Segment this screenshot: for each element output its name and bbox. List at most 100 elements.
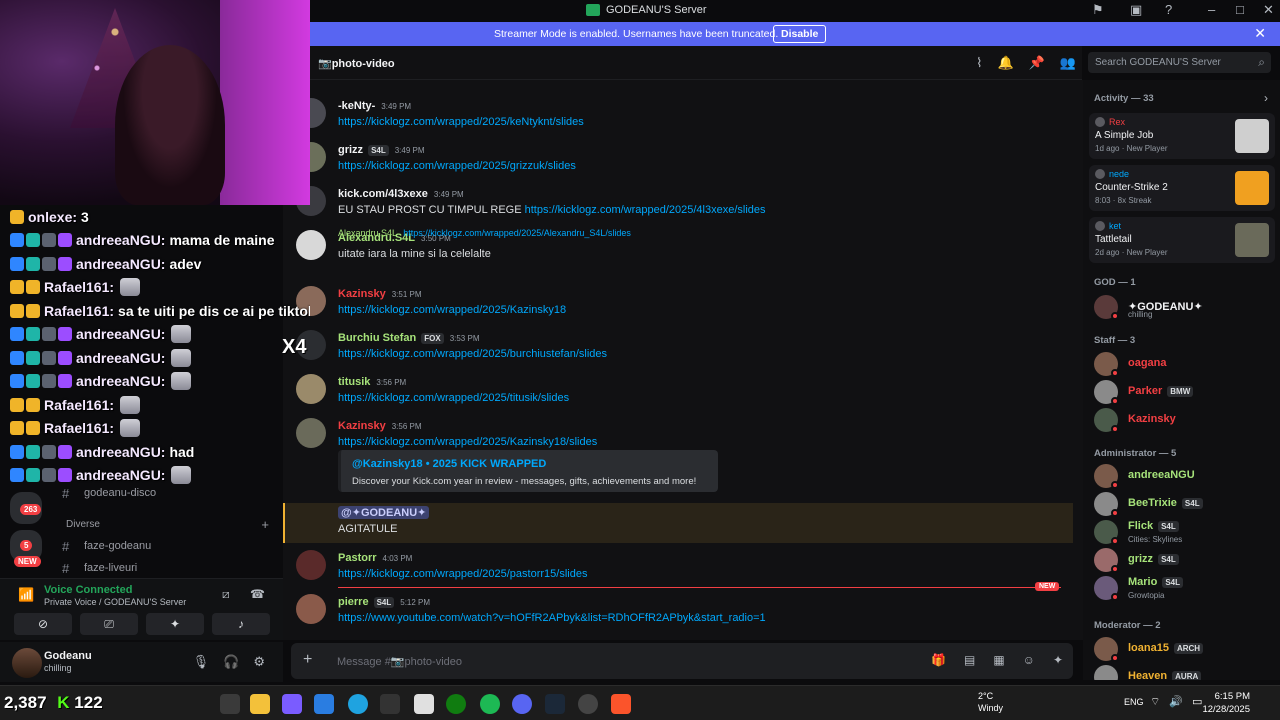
message[interactable]: titusik 3:56 PM https://kicklogz.com/wrapp…	[283, 370, 1073, 414]
spotify-icon[interactable]	[480, 694, 500, 714]
mention-pill[interactable]: @✦GODEANU✦	[338, 506, 430, 519]
clock[interactable]: 6:15 PM 12/28/2025	[1202, 690, 1250, 716]
message-author[interactable]: -keNty-	[338, 100, 375, 112]
member-row[interactable]: Heaven AURA	[1094, 665, 1274, 680]
maximize-icon[interactable]: □	[1236, 2, 1244, 17]
store-icon[interactable]	[314, 694, 334, 714]
message-author[interactable]: Kazinsky	[338, 420, 386, 432]
reply-link[interactable]: https://kicklogz.com/wrapped/2025/Alexan…	[403, 228, 631, 238]
activities-button[interactable]: ✦	[146, 613, 204, 635]
message-link[interactable]: https://www.youtube.com/watch?v=hOFfR2AP…	[338, 612, 766, 624]
inbox-icon[interactable]: ⚑	[1092, 2, 1104, 18]
reply-preview[interactable]: Alexandru.S4L https://kicklogz.com/wrapp…	[338, 228, 631, 238]
message-link[interactable]: https://kicklogz.com/wrapped/2025/grizzu…	[338, 160, 576, 172]
language-indicator[interactable]: ENG	[1124, 697, 1144, 707]
activity-card[interactable]: Rex A Simple Job 1d ago · New Player	[1089, 113, 1275, 159]
avatar[interactable]	[296, 594, 326, 624]
add-channel-icon[interactable]: +	[261, 517, 269, 532]
pin-icon[interactable]: 📌	[1029, 55, 1045, 71]
message-link[interactable]: https://kicklogz.com/wrapped/2025/Kazins…	[338, 304, 566, 316]
activity-card[interactable]: nede Counter-Strike 2 8:03 · 8x Streak	[1089, 165, 1275, 211]
wifi-icon[interactable]: ⌔	[1150, 695, 1160, 709]
teams-icon[interactable]	[282, 694, 302, 714]
gift-icon[interactable]: 🎁	[931, 653, 946, 667]
app-icon[interactable]	[380, 694, 400, 714]
emoji-icon[interactable]: ☺	[1023, 653, 1035, 667]
taskview-icon[interactable]	[220, 694, 240, 714]
message[interactable]: Burchiu Stefan FOX 3:53 PM https://kicklogz…	[283, 326, 1073, 370]
signal-icon[interactable]: 📶	[18, 587, 34, 603]
message[interactable]: Pastorr 4:03 PM https://kicklogz.com/wrapp…	[283, 546, 1073, 590]
member-row[interactable]: oagana	[1094, 352, 1274, 377]
discord-icon[interactable]	[512, 694, 532, 714]
noise-suppression-icon[interactable]: ⧄	[222, 587, 230, 602]
mention-message[interactable]: @✦GODEANU✦ AGITATULE	[283, 503, 1073, 543]
message-author[interactable]: titusik	[338, 376, 370, 388]
close-window-icon[interactable]: ✕	[1263, 2, 1274, 18]
gear-icon[interactable]: ⚙	[253, 654, 265, 670]
message-link[interactable]: https://kicklogz.com/wrapped/2025/4l3xex…	[525, 204, 766, 216]
user-name[interactable]: Godeanu	[44, 650, 92, 662]
brave-icon[interactable]	[611, 694, 631, 714]
member-row[interactable]: Parker BMW	[1094, 380, 1274, 405]
message-link[interactable]: https://kicklogz.com/wrapped/2025/titusi…	[338, 392, 569, 404]
minimize-icon[interactable]: –	[1208, 2, 1215, 17]
message[interactable]: pierre S4L 5:12 PM https://www.youtube.com/…	[283, 590, 1073, 634]
headphones-icon[interactable]: 🎧	[223, 654, 239, 670]
steam-icon[interactable]	[545, 694, 565, 714]
volume-icon[interactable]: 🔊	[1169, 695, 1183, 709]
member-row[interactable]: loana15 ARCH	[1094, 637, 1274, 662]
member-row[interactable]: grizz S4L	[1094, 548, 1274, 573]
message-author[interactable]: Burchiu Stefan	[338, 332, 416, 344]
message-link[interactable]: https://kicklogz.com/wrapped/2025/Kazins…	[338, 436, 597, 448]
message-link[interactable]: https://kicklogz.com/wrapped/2025/pastor…	[338, 568, 587, 580]
threads-icon[interactable]: ⌇	[976, 55, 982, 71]
activity-card[interactable]: ket Tattletail 2d ago · New Player	[1089, 217, 1275, 263]
close-banner-icon[interactable]: ✕	[1254, 25, 1266, 42]
message[interactable]: grizz S4L 3:49 PM https://kicklogz.com/wrap…	[283, 138, 1073, 182]
message-author[interactable]: kick.com/4l3xexe	[338, 188, 428, 200]
screenshare-button[interactable]: ⎚	[80, 613, 138, 635]
member-row[interactable]: Flick S4L Cities: Skylines	[1094, 520, 1274, 545]
sticker-icon[interactable]: ▦	[993, 653, 1004, 667]
members-icon[interactable]: 👥	[1060, 55, 1076, 71]
message[interactable]: Kazinsky 3:51 PM https://kicklogz.com/wrap…	[283, 282, 1073, 326]
message-author[interactable]: grizz	[338, 144, 363, 156]
link-embed[interactable]: @Kazinsky18 • 2025 KICK WRAPPED Discover…	[338, 450, 718, 492]
screen-icon[interactable]: ▣	[1130, 2, 1142, 18]
member-god[interactable]: ✦GODEANU✦ chilling	[1094, 295, 1274, 320]
member-row[interactable]: BeeTrixie S4L	[1094, 492, 1274, 517]
message-author[interactable]: Kazinsky	[338, 288, 386, 300]
chevron-right-icon[interactable]: ›	[1264, 91, 1268, 105]
message-author[interactable]: pierre	[338, 596, 369, 608]
app-icon[interactable]	[414, 694, 434, 714]
app-icon[interactable]	[578, 694, 598, 714]
add-attachment-icon[interactable]: +	[303, 651, 312, 669]
apps-icon[interactable]: ✦	[1053, 653, 1063, 667]
xbox-icon[interactable]	[446, 694, 466, 714]
message-composer[interactable]: + Message #📷photo-video 🎁 ▤ ▦ ☺ ✦	[291, 643, 1073, 679]
mic-icon[interactable]: 🎙	[193, 654, 210, 670]
bell-icon[interactable]: 🔔	[997, 55, 1013, 71]
avatar[interactable]	[296, 550, 326, 580]
avatar[interactable]	[12, 648, 42, 678]
message-link[interactable]: https://kicklogz.com/wrapped/2025/keNtyk…	[338, 116, 584, 128]
help-icon[interactable]: ?	[1165, 2, 1172, 17]
battery-icon[interactable]: ▭	[1192, 695, 1202, 709]
member-row[interactable]: Mario S4L Growtopia	[1094, 576, 1274, 601]
gif-icon[interactable]: ▤	[964, 653, 975, 667]
message-author[interactable]: Pastorr	[338, 552, 377, 564]
member-row[interactable]: andreeaNGU	[1094, 464, 1274, 489]
camera-button[interactable]: ⊘	[14, 613, 72, 635]
disable-button[interactable]: Disable	[773, 25, 827, 43]
edge-icon[interactable]	[348, 694, 368, 714]
member-row[interactable]: Kazinsky	[1094, 408, 1274, 433]
message-link[interactable]: https://kicklogz.com/wrapped/2025/burchi…	[338, 348, 607, 360]
weather-widget[interactable]: 2°C Windy	[978, 690, 1003, 714]
voice-title[interactable]: Voice Connected	[44, 584, 132, 596]
search-input[interactable]: Search GODEANU'S Server ⌕	[1088, 52, 1271, 73]
embed-title[interactable]: @Kazinsky18 • 2025 KICK WRAPPED	[352, 458, 546, 470]
soundboard-button[interactable]: ♪	[212, 613, 270, 635]
disconnect-icon[interactable]: ☎	[250, 587, 265, 601]
explorer-icon[interactable]	[250, 694, 270, 714]
